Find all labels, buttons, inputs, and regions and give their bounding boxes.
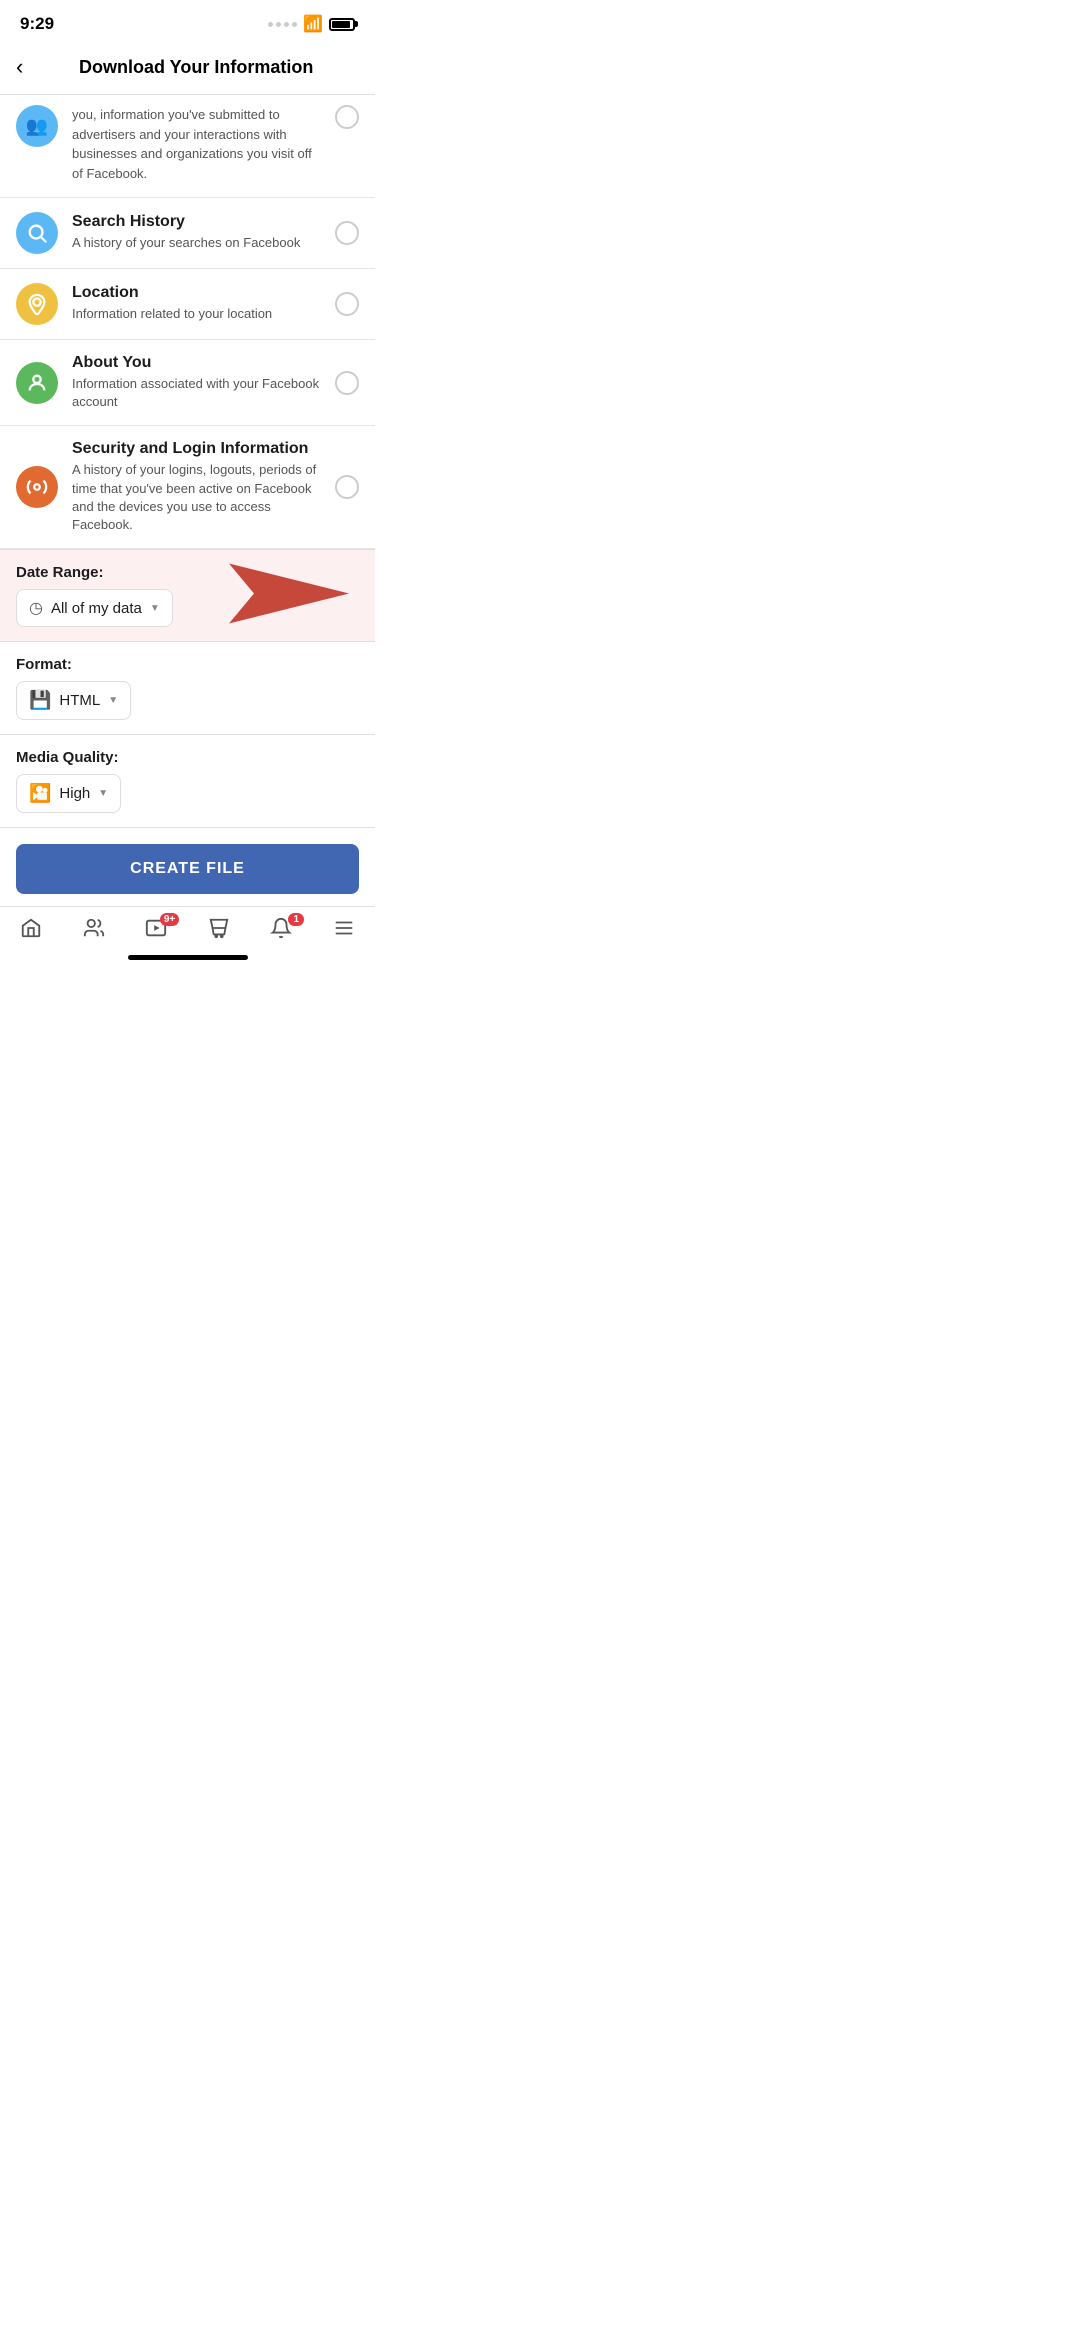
media-quality-dropdown[interactable]: 🎦 High ▼: [16, 774, 121, 813]
status-bar: 9:29 📶: [0, 0, 375, 44]
item-title-location: Location: [72, 284, 321, 302]
list-item-security-login[interactable]: Security and Login Information A history…: [0, 426, 375, 549]
item-desc-search-history: A history of your searches on Facebook: [72, 234, 321, 252]
partial-item-text: you, information you've submitted to adv…: [72, 105, 321, 183]
media-quality-value: High: [59, 785, 90, 802]
header: ‹ Download Your Information: [0, 44, 375, 95]
list-items-container: Search History A history of your searche…: [0, 198, 375, 549]
media-quality-chevron-icon: ▼: [98, 788, 108, 799]
item-checkbox-location[interactable]: [335, 292, 359, 316]
format-section: Format: 💾 HTML ▼: [0, 642, 375, 735]
date-range-section: Date Range: ◷ All of my data ▼: [0, 549, 375, 642]
marketplace-icon: [208, 917, 230, 939]
partial-list-item: 👥 you, information you've submitted to a…: [0, 95, 375, 198]
item-checkbox-about-you[interactable]: [335, 371, 359, 395]
item-checkbox-security-login[interactable]: [335, 475, 359, 499]
status-icons: 📶: [268, 14, 355, 34]
item-text-search-history: Search History A history of your searche…: [72, 213, 321, 252]
list-item-search-history[interactable]: Search History A history of your searche…: [0, 198, 375, 269]
nav-menu[interactable]: [319, 917, 369, 939]
item-desc-security-login: A history of your logins, logouts, perio…: [72, 461, 321, 534]
item-desc-about-you: Information associated with your Faceboo…: [72, 375, 321, 411]
dropdown-chevron-icon: ▼: [150, 603, 160, 614]
status-time: 9:29: [20, 14, 54, 34]
list-item-about-you[interactable]: About You Information associated with yo…: [0, 340, 375, 426]
format-dropdown[interactable]: 💾 HTML ▼: [16, 681, 131, 720]
friends-icon: [83, 917, 105, 939]
notifications-badge: 1: [288, 913, 304, 926]
format-chevron-icon: ▼: [108, 695, 118, 706]
item-text-location: Location Information related to your loc…: [72, 284, 321, 323]
format-value: HTML: [59, 692, 100, 709]
nav-friends[interactable]: [69, 917, 119, 939]
clock-icon: ◷: [29, 598, 43, 618]
wifi-icon: 📶: [303, 14, 323, 34]
nav-home[interactable]: [6, 917, 56, 939]
watch-badge: 9+: [160, 913, 179, 926]
item-icon-about-you: [16, 362, 58, 404]
date-range-dropdown[interactable]: ◷ All of my data ▼: [16, 589, 173, 627]
home-icon: [20, 917, 42, 939]
item-icon-security-login: [16, 466, 58, 508]
item-title-search-history: Search History: [72, 213, 321, 231]
home-indicator: [128, 955, 248, 960]
date-range-value: All of my data: [51, 600, 142, 617]
nav-notifications[interactable]: 1: [256, 917, 306, 939]
partial-item-icon: 👥: [16, 105, 58, 147]
item-text-security-login: Security and Login Information A history…: [72, 440, 321, 534]
nav-marketplace[interactable]: [194, 917, 244, 939]
media-icon: 🎦: [29, 783, 51, 804]
item-text-about-you: About You Information associated with yo…: [72, 354, 321, 411]
list-item-location[interactable]: Location Information related to your loc…: [0, 269, 375, 340]
media-quality-section: Media Quality: 🎦 High ▼: [0, 735, 375, 828]
item-title-about-you: About You: [72, 354, 321, 372]
battery-icon: [329, 18, 355, 31]
date-range-label: Date Range:: [16, 564, 359, 581]
item-desc-location: Information related to your location: [72, 305, 321, 323]
media-quality-label: Media Quality:: [16, 749, 359, 766]
item-icon-location: [16, 283, 58, 325]
item-icon-search-history: [16, 212, 58, 254]
item-title-security-login: Security and Login Information: [72, 440, 321, 458]
create-file-button[interactable]: CREATE FILE: [16, 844, 359, 894]
signal-icon: [268, 22, 297, 27]
page-title: Download Your Information: [33, 57, 359, 78]
menu-icon: [333, 917, 355, 939]
bottom-nav: 9+ 1: [0, 906, 375, 947]
format-label: Format:: [16, 656, 359, 673]
partial-item-checkbox[interactable]: [335, 105, 359, 129]
back-button[interactable]: ‹: [16, 54, 33, 80]
file-icon: 💾: [29, 690, 51, 711]
item-checkbox-search-history[interactable]: [335, 221, 359, 245]
nav-watch[interactable]: 9+: [131, 917, 181, 939]
